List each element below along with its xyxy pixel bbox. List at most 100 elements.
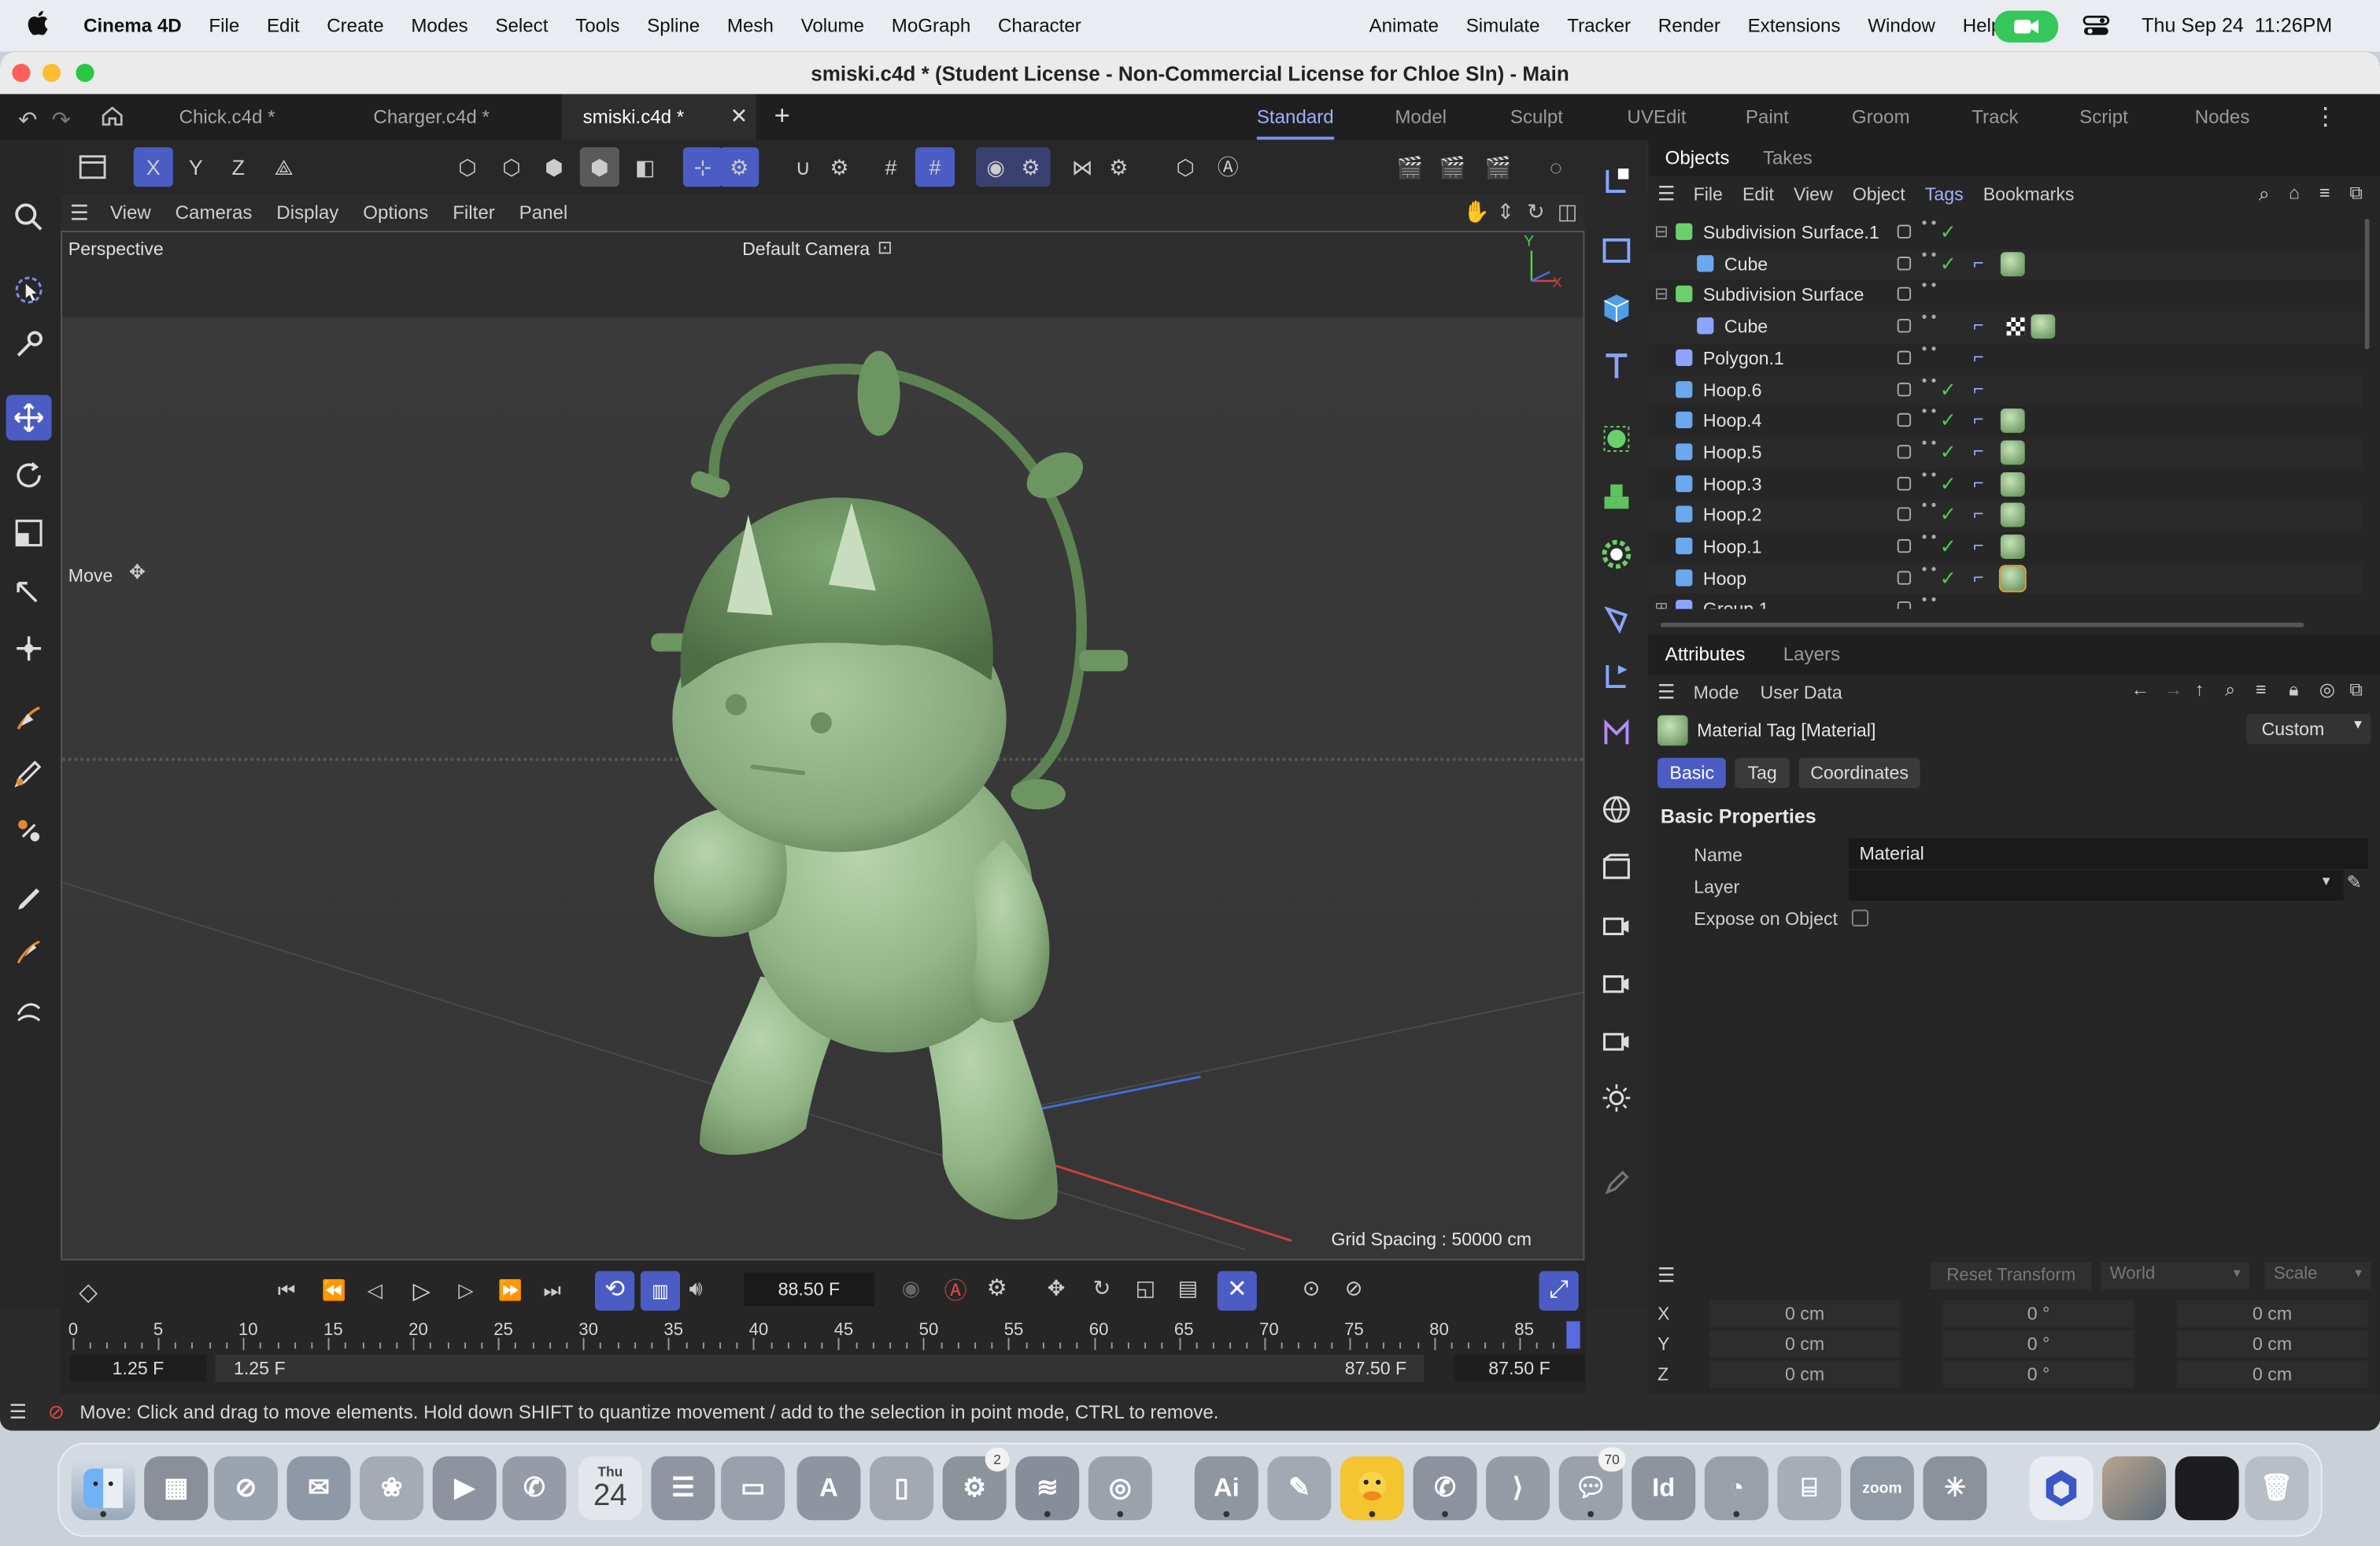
camera-icon[interactable] [1594, 902, 1639, 948]
current-frame-field[interactable]: 88.50 F [743, 1272, 874, 1307]
object-row[interactable]: Hoop.1 • • ✓ ⌐ [1648, 531, 2361, 563]
deformer-icon[interactable] [1594, 531, 1639, 577]
layer-icon[interactable] [1897, 256, 1912, 270]
expand-toggle-icon[interactable]: ⊟ [1654, 222, 1669, 242]
workspace-tab-track[interactable]: Track [1972, 94, 2018, 140]
rotate-tool-icon[interactable] [6, 453, 52, 498]
notes-icon[interactable]: ▭ [721, 1456, 785, 1521]
enabled-check-icon[interactable]: ✓ [1940, 534, 1957, 559]
spotify-icon[interactable]: ≋ [1015, 1456, 1080, 1521]
eyedropper-icon[interactable]: ✎ [2347, 871, 2362, 893]
text-object-icon[interactable] [1594, 343, 1639, 389]
coord-position-field[interactable]: 0 cm [1709, 1330, 1901, 1358]
soft-selection-settings-icon[interactable]: ⚙ [1011, 147, 1051, 187]
coordinate-system-icon[interactable]: ⟁ [264, 147, 304, 187]
menu-render[interactable]: Render [1644, 15, 1734, 36]
move-tool-icon[interactable] [6, 394, 52, 441]
locked-workplane-icon[interactable]: ⬡ [1166, 147, 1205, 187]
layer-dropdown-icon[interactable]: ▾ [2323, 873, 2330, 890]
subtab-tag[interactable]: Tag [1735, 757, 1790, 789]
indesign-icon[interactable]: Id [1632, 1456, 1696, 1521]
objects-menu-file[interactable]: File [1694, 183, 1723, 205]
menu-file[interactable]: File [195, 15, 253, 36]
phong-tag-icon[interactable]: ⌐ [1973, 503, 1984, 524]
objects-menu-tags[interactable]: Tags [1925, 183, 1964, 205]
enabled-check-icon[interactable]: ✓ [1940, 409, 1957, 433]
y-axis-lock-button[interactable]: Y [176, 147, 216, 187]
layer-icon[interactable] [1897, 382, 1912, 396]
range-start-b[interactable]: 1.25 F [234, 1358, 286, 1379]
timeline-ruler[interactable]: 0 5 10 15 20 25 30 35 40 45 50 55 60 65 70 75 80 85 [68, 1321, 1579, 1352]
trash-icon[interactable]: 🗑︎ [2245, 1456, 2309, 1521]
render-view-icon[interactable]: 🎬 [1391, 147, 1430, 187]
material-tag-icon[interactable] [2000, 503, 2025, 528]
doc-tab-1[interactable]: Charger.c4d * [373, 94, 489, 140]
minimize-window-button[interactable] [42, 64, 61, 83]
object-row[interactable]: Cube • • ✓ ⌐ [1648, 248, 2362, 280]
range-bar[interactable] [215, 1354, 1424, 1382]
expand-toggle-icon[interactable]: ⊞ [1654, 599, 1669, 609]
doc-tab-2[interactable]: smiski.c4d * [561, 94, 756, 140]
menu-modes[interactable]: Modes [397, 15, 482, 36]
cube-primitive-icon[interactable] [1594, 286, 1639, 331]
symmetry-settings-icon[interactable]: ⚙ [1099, 147, 1138, 187]
orbit-view-icon[interactable]: ↻ [1527, 199, 1545, 225]
environment-icon[interactable] [1594, 786, 1639, 832]
menu-mograph[interactable]: MoGraph [878, 15, 984, 36]
tab-attributes[interactable]: Attributes [1665, 644, 1746, 665]
3d-viewport[interactable]: Perspective Default Camera ⊡ Move ✥ Y X … [61, 231, 1585, 1261]
object-name[interactable]: Hoop.2 [1703, 505, 1762, 526]
render-settings-icon[interactable]: 🎬 [1478, 147, 1517, 187]
material-tag-icon[interactable] [2000, 440, 2025, 465]
enabled-check-icon[interactable]: ✓ [1940, 440, 1957, 464]
attr-menu-userdata[interactable]: User Data [1761, 682, 1842, 703]
object-row[interactable]: Hoop.4 • • ✓ ⌐ [1648, 405, 2361, 437]
screenshot-icon[interactable]: ◎ [1088, 1456, 1152, 1521]
objects-menu-edit[interactable]: Edit [1743, 183, 1774, 205]
phong-tag-icon[interactable]: ⌐ [1973, 534, 1984, 556]
menu-volume[interactable]: Volume [787, 15, 878, 36]
object-name[interactable]: Subdivision Surface.1 [1703, 222, 1879, 243]
preset-dropdown[interactable]: Custom ▾ [2246, 713, 2371, 745]
photos-stack-icon[interactable] [2102, 1456, 2167, 1521]
menu-simulate[interactable]: Simulate [1452, 15, 1554, 36]
perplexity-icon[interactable]: ✳ [1923, 1456, 1987, 1521]
material-tag-icon[interactable] [2000, 534, 2025, 559]
coord-scale-field[interactable]: 0 cm [2176, 1300, 2368, 1328]
object-row[interactable]: Cube • • ⌐ [1648, 311, 2362, 343]
coord-scale-field[interactable]: 0 cm [2176, 1330, 2368, 1358]
viewport-menu-display[interactable]: Display [276, 202, 338, 224]
material-tag-icon[interactable] [2000, 251, 2025, 276]
prev-frame-icon[interactable]: ◁ [368, 1278, 382, 1303]
facetime-status-icon[interactable] [1994, 10, 2059, 43]
dolly-view-icon[interactable]: ⇕ [1497, 199, 1515, 225]
visibility-dots-icon[interactable]: • • [1922, 531, 1937, 546]
polygon-pen-icon[interactable] [6, 930, 52, 975]
new-tab-icon[interactable]: + [774, 100, 790, 132]
checker-tag-icon[interactable] [2006, 317, 2025, 336]
attributes-menu-icon[interactable]: ☰ [1658, 680, 1675, 705]
rectangle-spline-icon[interactable] [1594, 227, 1639, 273]
field-icon[interactable] [1594, 595, 1639, 641]
visibility-dots-icon[interactable]: • • [1922, 342, 1937, 357]
expose-checkbox[interactable] [1851, 909, 1869, 926]
object-tree-hscrollbar[interactable] [1660, 623, 2304, 627]
object-row[interactable]: Hoop.3 • • ✓ ⌐ [1648, 468, 2361, 500]
layer-icon[interactable] [1897, 601, 1912, 609]
edges-mode-icon[interactable]: ⬡ [492, 147, 531, 187]
doc-tab-0[interactable]: Chick.c4d * [179, 94, 275, 140]
workspace-tab-standard[interactable]: Standard [1256, 94, 1334, 140]
phong-tag-icon[interactable]: ⌐ [1973, 315, 1984, 336]
layer-icon[interactable] [1897, 319, 1912, 333]
menu-spline[interactable]: Spline [634, 15, 714, 36]
layer-field[interactable] [1848, 870, 2344, 901]
object-name[interactable]: Subdivision Surface [1703, 285, 1864, 306]
null-object-icon[interactable] [1594, 653, 1639, 699]
search-icon[interactable] [6, 194, 52, 240]
undo-icon[interactable]: ↶ [18, 106, 37, 134]
object-name[interactable]: Cube [1724, 316, 1768, 337]
attr-filter-icon[interactable]: ≡ [2256, 679, 2267, 700]
keyframe-settings-icon[interactable]: ⚙ [987, 1274, 1007, 1302]
vscode-icon[interactable]: ⟩ [1486, 1456, 1550, 1521]
menu-extensions[interactable]: Extensions [1734, 15, 1854, 36]
